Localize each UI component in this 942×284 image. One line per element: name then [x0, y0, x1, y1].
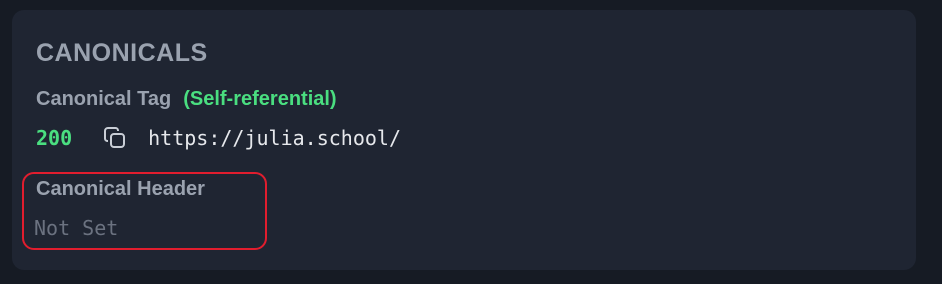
copy-icon[interactable]	[102, 125, 128, 151]
canonical-tag-row: Canonical Tag (Self-referential)	[36, 86, 337, 112]
canonical-url-row: 200 https://julia.school/	[36, 124, 401, 152]
canonicals-card: CANONICALS Canonical Tag (Self-referentia…	[12, 10, 916, 270]
section-title: CANONICALS	[36, 39, 208, 67]
canonical-url[interactable]: https://julia.school/	[148, 126, 401, 150]
canonical-tag-label: Canonical Tag	[36, 88, 172, 110]
highlight-annotation	[22, 172, 267, 250]
status-code: 200	[36, 126, 73, 150]
self-referential-note: (Self-referential)	[183, 88, 337, 110]
